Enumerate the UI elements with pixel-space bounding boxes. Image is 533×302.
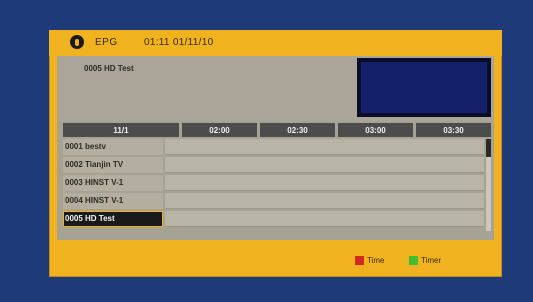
timebar-slot: 02:00	[182, 123, 257, 137]
channel-name[interactable]: 0001 bestv	[63, 139, 163, 155]
program-grid[interactable]	[165, 175, 484, 191]
scrollbar[interactable]	[486, 139, 491, 231]
timebar: 11/1 02:00 02:30 03:00 03:30	[63, 123, 491, 137]
legend-red[interactable]: Time	[355, 256, 384, 265]
timebar-slot: 03:00	[338, 123, 413, 137]
program-grid[interactable]	[165, 211, 484, 227]
green-key-icon	[409, 256, 418, 265]
legend-green[interactable]: Timer	[409, 256, 441, 265]
info-icon	[70, 35, 84, 49]
channel-list: 0001 bestv 0002 Tianjin TV 0003 HINST V-…	[63, 139, 491, 239]
channel-row[interactable]: 0004 HINST V-1	[63, 193, 491, 209]
current-channel-title: 0005 HD Test	[84, 64, 134, 73]
channel-row[interactable]: 0002 Tianjin TV	[63, 157, 491, 173]
red-key-icon	[355, 256, 364, 265]
page-title: EPG	[95, 37, 118, 48]
channel-name[interactable]: 0005 HD Test	[63, 211, 163, 227]
channel-name[interactable]: 0003 HINST V-1	[63, 175, 163, 191]
scrollbar-thumb[interactable]	[486, 139, 491, 157]
channel-row[interactable]: 0001 bestv	[63, 139, 491, 155]
epg-screen: EPG 01:11 01/11/10 0005 HD Test 11/1 02:…	[49, 30, 502, 277]
timebar-slot: 02:30	[260, 123, 335, 137]
legend-red-label: Time	[367, 256, 385, 265]
epg-panel: 0005 HD Test 11/1 02:00 02:30 03:00 03:3…	[57, 56, 494, 240]
datetime: 01:11 01/11/10	[144, 37, 214, 48]
program-info: 0005 HD Test	[57, 56, 494, 121]
program-grid[interactable]	[165, 139, 484, 155]
footer: Time Timer	[49, 244, 502, 277]
timebar-slot: 03:30	[416, 123, 491, 137]
header: EPG 01:11 01/11/10	[49, 30, 502, 56]
channel-row[interactable]: 0003 HINST V-1	[63, 175, 491, 191]
video-preview	[357, 58, 491, 117]
channel-name[interactable]: 0004 HINST V-1	[63, 193, 163, 209]
legend-green-label: Timer	[421, 256, 442, 265]
program-grid[interactable]	[165, 157, 484, 173]
program-grid[interactable]	[165, 193, 484, 209]
channel-row-selected[interactable]: 0005 HD Test	[63, 211, 491, 227]
timebar-date: 11/1	[63, 123, 179, 137]
channel-name[interactable]: 0002 Tianjin TV	[63, 157, 163, 173]
